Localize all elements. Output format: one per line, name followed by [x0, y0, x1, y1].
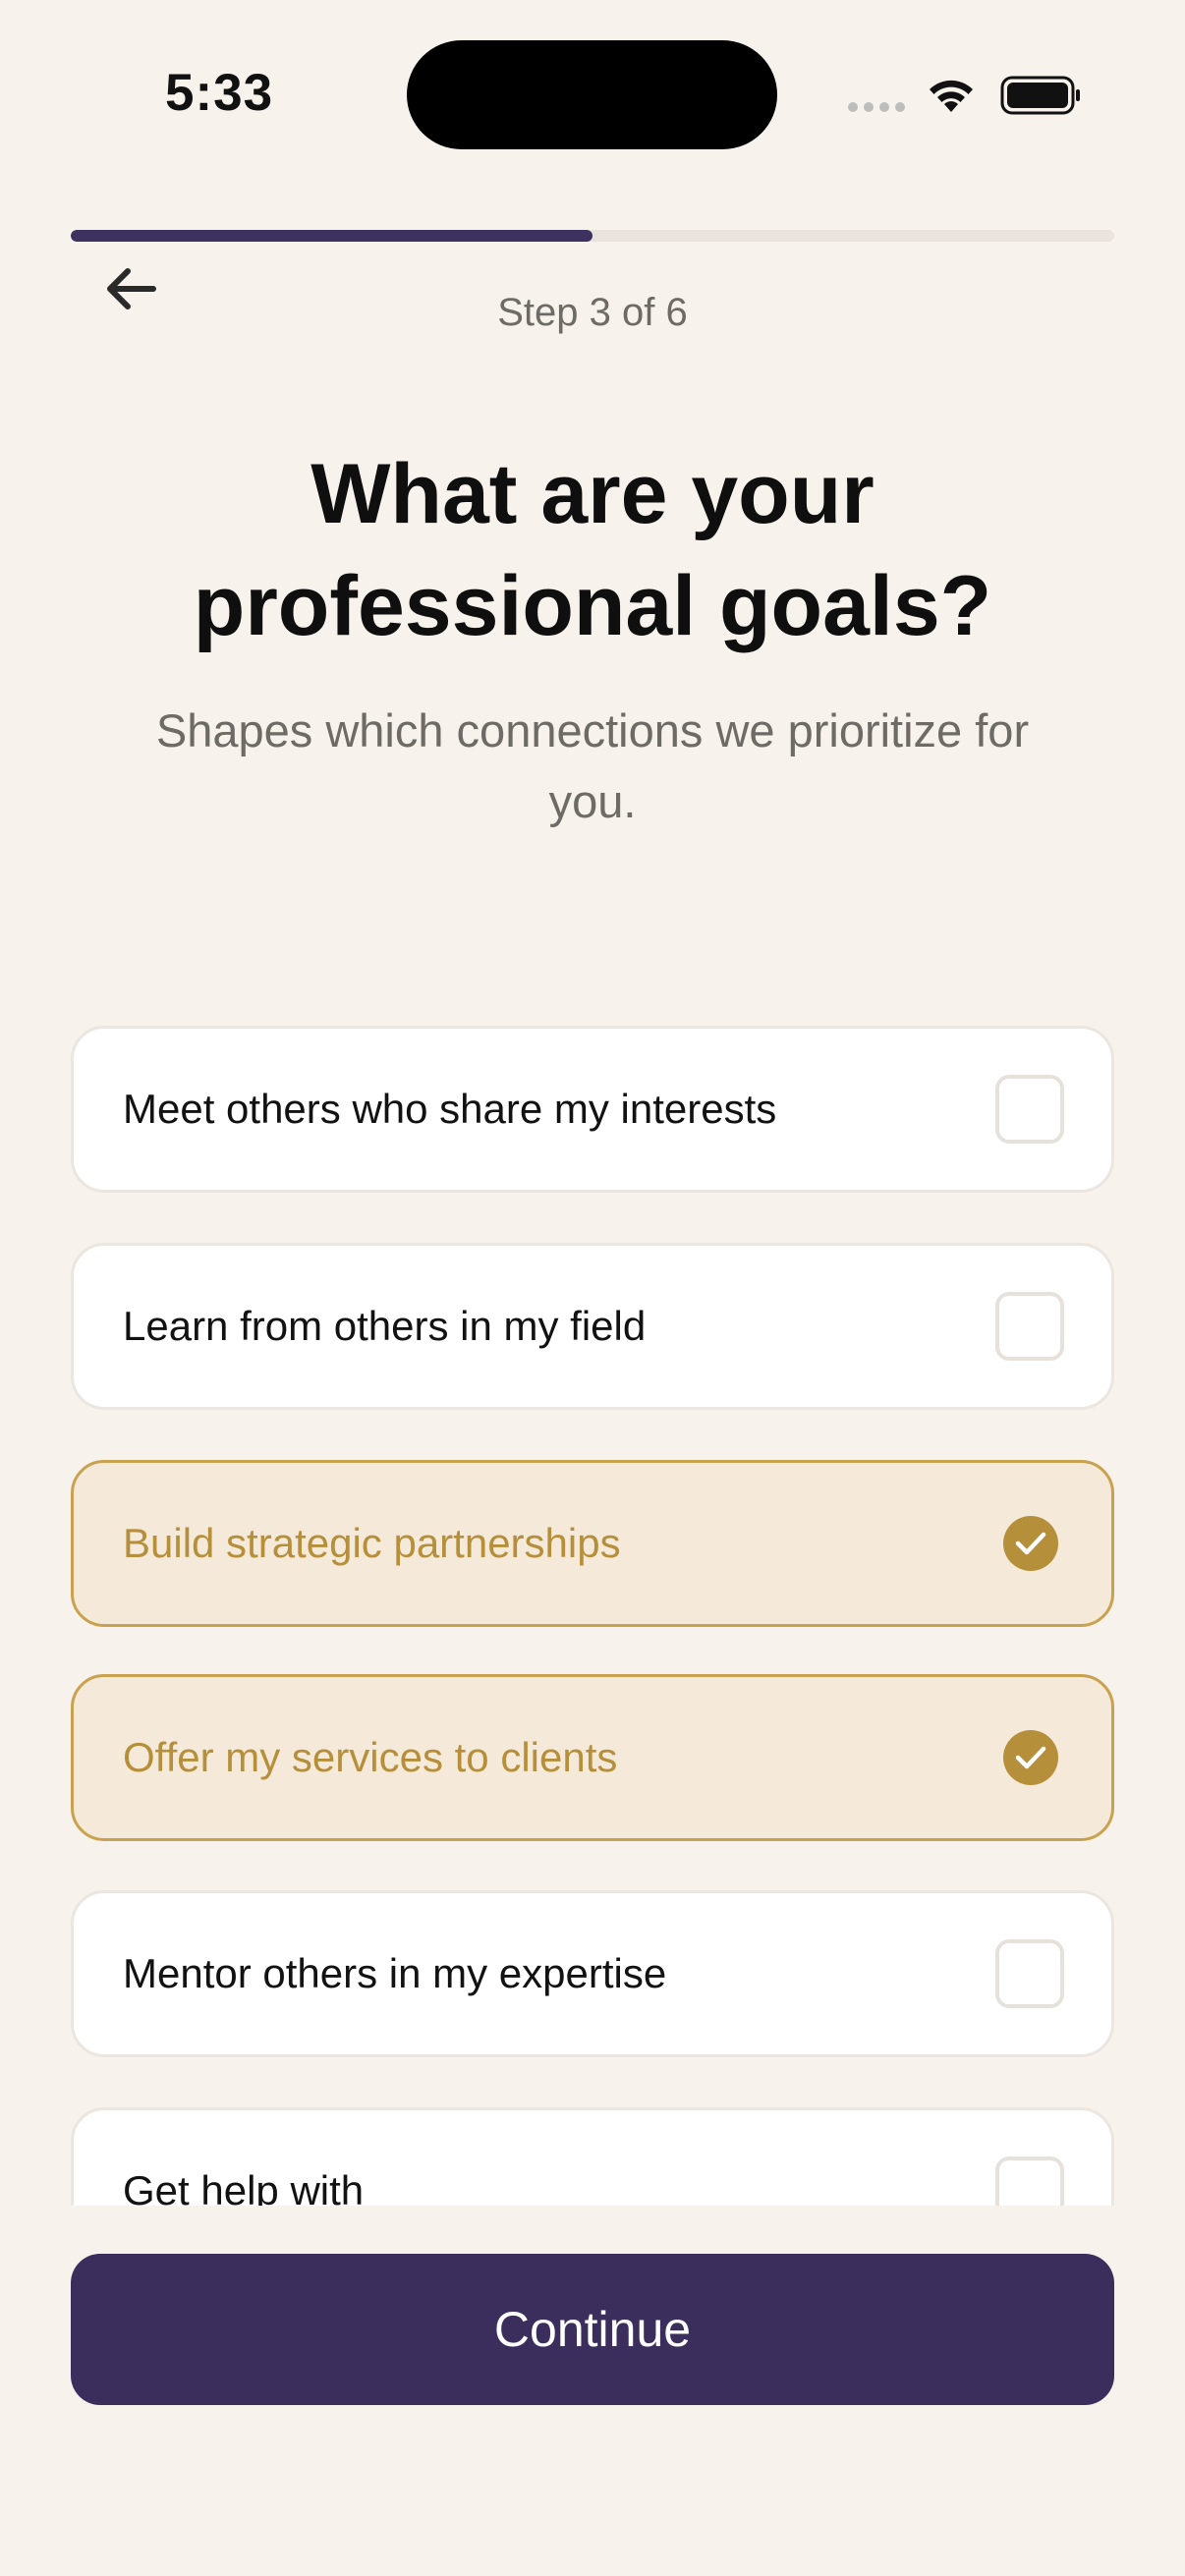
checkbox[interactable]	[995, 2156, 1064, 2206]
progress-bar	[71, 230, 1114, 242]
goal-option-services[interactable]: Offer my services to clients	[71, 1674, 1114, 1841]
option-label: Meet others who share my interests	[123, 1086, 777, 1132]
checkbox[interactable]	[995, 1292, 1064, 1361]
continue-button[interactable]: Continue	[71, 2254, 1114, 2405]
option-label: Offer my services to clients	[123, 1734, 618, 1780]
option-label: Build strategic partnerships	[123, 1520, 621, 1566]
checkbox[interactable]	[995, 1939, 1064, 2008]
checkmark-circle-icon[interactable]	[1003, 1516, 1058, 1571]
dynamic-island	[407, 40, 777, 149]
goal-option-partnerships[interactable]: Build strategic partnerships	[71, 1460, 1114, 1627]
option-label: Get help with	[123, 2167, 365, 2206]
checkmark-circle-icon[interactable]	[1003, 1730, 1058, 1785]
goal-option-learn[interactable]: Learn from others in my field	[71, 1243, 1114, 1410]
checkbox[interactable]	[995, 1075, 1064, 1144]
option-label: Mentor others in my expertise	[123, 1950, 667, 1996]
wifi-icon	[930, 80, 973, 112]
battery-icon	[1000, 76, 1080, 115]
status-bar: 5:33	[0, 0, 1185, 187]
status-time: 5:33	[165, 64, 274, 122]
page-subtitle: Shapes which connections we prioritize f…	[155, 704, 1030, 827]
step-indicator: Step 3 of 6	[497, 291, 688, 334]
goal-option-mentor[interactable]: Mentor others in my expertise	[71, 1890, 1114, 2057]
signal-dots-icon	[848, 102, 905, 112]
option-label: Learn from others in my field	[123, 1303, 647, 1349]
page-title: What are your professional goals?	[193, 447, 992, 653]
progress-bar-fill	[71, 230, 592, 242]
goal-option-get-help[interactable]: Get help with	[71, 2107, 1114, 2206]
goal-option-meet-others[interactable]: Meet others who share my interests	[71, 1026, 1114, 1193]
goal-options-list[interactable]: Meet others who share my interests Learn…	[0, 1022, 1185, 2206]
